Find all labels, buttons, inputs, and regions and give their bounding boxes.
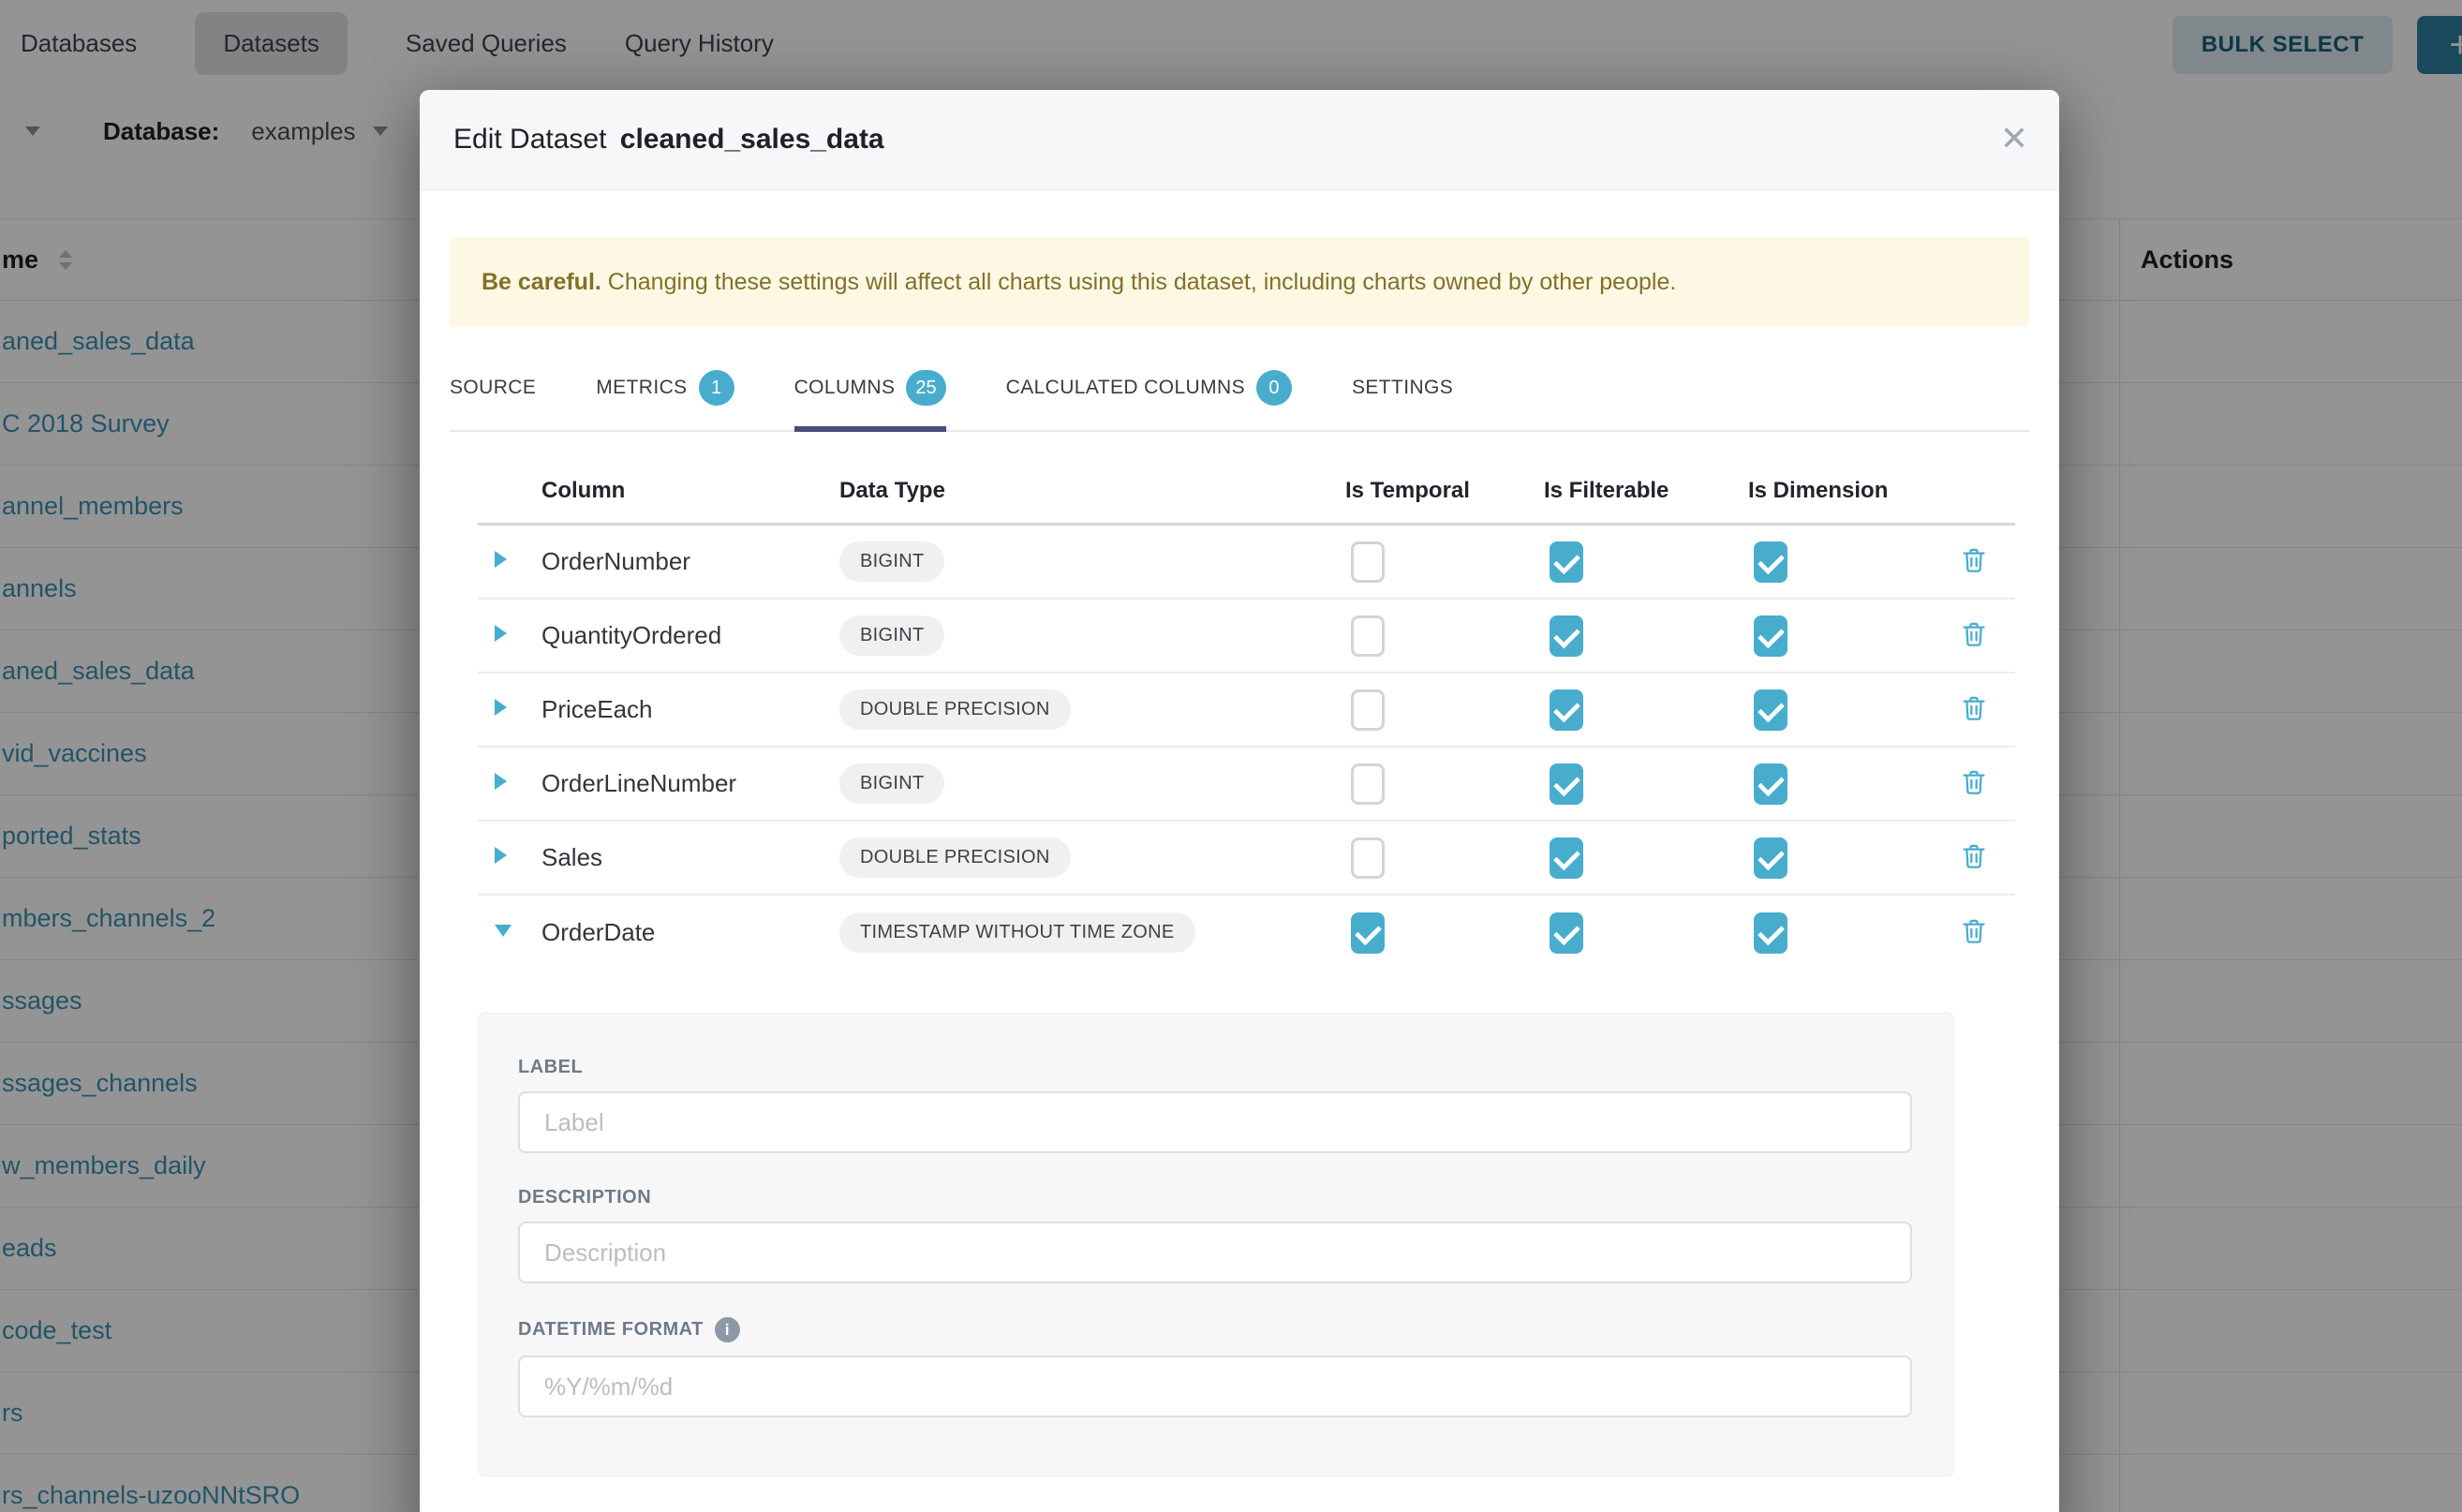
data-type-pill: DOUBLE PRECISION (839, 838, 1071, 878)
is-temporal-checkbox[interactable] (1351, 541, 1385, 583)
data-type-pill: BIGINT (839, 615, 944, 656)
trash-icon (1959, 862, 1989, 876)
trash-icon (1959, 640, 1989, 654)
tab-badge: 1 (699, 370, 734, 406)
label-field: LABEL (518, 1057, 1912, 1153)
column-name: OrderNumber (541, 547, 839, 576)
is-dimension-checkbox[interactable] (1754, 838, 1787, 879)
is-dimension-checkbox[interactable] (1754, 763, 1787, 805)
data-type-pill: TIMESTAMP WITHOUT TIME ZONE (839, 912, 1195, 953)
delete-column-button[interactable] (1957, 691, 1991, 729)
trash-icon (1959, 714, 1989, 728)
delete-column-button[interactable] (1957, 543, 1991, 581)
description-field-label: DESCRIPTION (518, 1187, 1912, 1208)
tab-bar: SOURCE METRICS 1 COLUMNS 25 CALCULATED COLUMN… (450, 370, 2029, 432)
is-dimension-checkbox[interactable] (1754, 912, 1787, 954)
expand-caret-icon[interactable] (495, 551, 507, 568)
tab-label: COLUMNS (794, 377, 896, 399)
tab-badge: 25 (906, 370, 945, 406)
column-detail-panel: LABEL DESCRIPTION DATETIME FORMAT i (478, 1013, 1954, 1476)
columns-table-header: Column Data Type Is Temporal Is Filterab… (478, 458, 2015, 526)
tab-source[interactable]: SOURCE (450, 377, 536, 425)
column-row: OrderLineNumberBIGINT (478, 748, 2015, 822)
tab-calculated-columns[interactable]: CALCULATED COLUMNS 0 (1006, 370, 1292, 432)
trash-icon (1959, 788, 1989, 802)
is-temporal-checkbox[interactable] (1351, 689, 1385, 731)
column-name: Sales (541, 843, 839, 872)
is-filterable-checkbox[interactable] (1550, 912, 1583, 954)
datetime-format-input[interactable] (518, 1356, 1912, 1417)
is-dimension-checkbox[interactable] (1754, 615, 1787, 657)
delete-column-button[interactable] (1957, 839, 1991, 877)
modal-body: Be careful. Changing these settings will… (420, 190, 2059, 1476)
column-row: OrderNumberBIGINT (478, 526, 2015, 600)
edit-dataset-modal: Edit Dataset cleaned_sales_data ✕ Be car… (420, 90, 2059, 1512)
is-temporal-header: Is Temporal (1345, 478, 1544, 504)
description-input[interactable] (518, 1222, 1912, 1283)
is-temporal-checkbox[interactable] (1351, 615, 1385, 657)
warning-bold: Be careful. (482, 269, 601, 295)
expand-caret-icon[interactable] (495, 847, 507, 864)
expand-caret-icon[interactable] (495, 699, 507, 716)
is-filterable-checkbox[interactable] (1550, 763, 1583, 805)
trash-icon (1959, 937, 1989, 951)
data-type-pill: DOUBLE PRECISION (839, 689, 1071, 730)
tab-columns[interactable]: COLUMNS 25 (794, 370, 946, 432)
columns-table: Column Data Type Is Temporal Is Filterab… (478, 458, 2015, 970)
expand-caret-icon[interactable] (495, 773, 507, 790)
is-temporal-checkbox[interactable] (1351, 912, 1385, 954)
warning-banner: Be careful. Changing these settings will… (450, 237, 2029, 327)
is-filterable-header: Is Filterable (1544, 478, 1748, 504)
is-filterable-checkbox[interactable] (1550, 615, 1583, 657)
column-header: Column (541, 478, 839, 504)
delete-column-button[interactable] (1957, 765, 1991, 803)
delete-column-button[interactable] (1957, 617, 1991, 655)
data-type-pill: BIGINT (839, 763, 944, 804)
data-type-header: Data Type (839, 478, 1345, 504)
column-name: OrderLineNumber (541, 769, 839, 798)
is-dimension-header: Is Dimension (1748, 478, 1952, 504)
is-dimension-checkbox[interactable] (1754, 541, 1787, 583)
description-field: DESCRIPTION (518, 1187, 1912, 1283)
label-input[interactable] (518, 1091, 1912, 1153)
is-temporal-checkbox[interactable] (1351, 763, 1385, 805)
tab-metrics[interactable]: METRICS 1 (596, 370, 734, 432)
column-row: QuantityOrderedBIGINT (478, 600, 2015, 674)
tab-settings[interactable]: SETTINGS (1352, 377, 1453, 425)
is-filterable-checkbox[interactable] (1550, 541, 1583, 583)
label-field-label: LABEL (518, 1057, 1912, 1078)
is-filterable-checkbox[interactable] (1550, 838, 1583, 879)
collapse-caret-icon[interactable] (495, 925, 512, 937)
column-name: PriceEach (541, 695, 839, 724)
tab-label: METRICS (596, 377, 687, 399)
tab-label: SETTINGS (1352, 377, 1453, 399)
modal-header: Edit Dataset cleaned_sales_data ✕ (420, 90, 2059, 190)
column-name: QuantityOrdered (541, 621, 839, 650)
column-row: OrderDateTIMESTAMP WITHOUT TIME ZONE (478, 896, 2015, 970)
column-name: OrderDate (541, 918, 839, 947)
trash-icon (1959, 566, 1989, 580)
column-row: SalesDOUBLE PRECISION (478, 822, 2015, 896)
dataset-name: cleaned_sales_data (620, 124, 884, 155)
data-type-pill: BIGINT (839, 541, 944, 582)
delete-column-button[interactable] (1957, 914, 1991, 952)
datetime-format-field: DATETIME FORMAT i (518, 1317, 1912, 1417)
expand-caret-icon[interactable] (495, 625, 507, 642)
modal-title: Edit Dataset cleaned_sales_data (453, 124, 884, 156)
tab-badge: 0 (1256, 370, 1292, 406)
datetime-format-field-label: DATETIME FORMAT i (518, 1317, 1912, 1342)
column-row: PriceEachDOUBLE PRECISION (478, 674, 2015, 748)
tab-label: SOURCE (450, 377, 536, 399)
close-icon[interactable]: ✕ (1990, 114, 2039, 163)
is-dimension-checkbox[interactable] (1754, 689, 1787, 731)
warning-text: Changing these settings will affect all … (608, 269, 1677, 295)
is-temporal-checkbox[interactable] (1351, 838, 1385, 879)
is-filterable-checkbox[interactable] (1550, 689, 1583, 731)
tab-label: CALCULATED COLUMNS (1006, 377, 1245, 399)
info-icon[interactable]: i (715, 1317, 740, 1342)
modal-title-prefix: Edit Dataset (453, 124, 606, 155)
columns-rows: OrderNumberBIGINTQuantityOrderedBIGINTPr… (478, 526, 2015, 970)
